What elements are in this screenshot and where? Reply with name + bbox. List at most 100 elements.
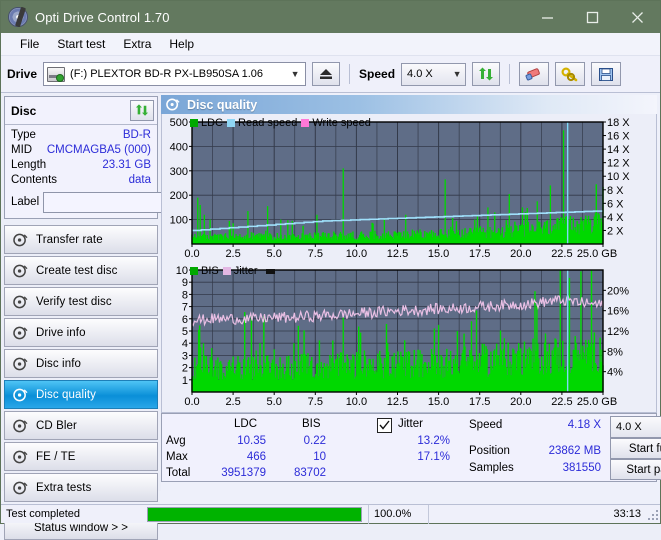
sidebar-item-create-test-disc[interactable]: Create test disc [4, 256, 158, 285]
chart2-legend: BIS Jitter [190, 265, 275, 277]
drive-icon [47, 66, 66, 82]
disc-icon [13, 326, 28, 339]
resize-grip-icon[interactable] [646, 508, 658, 520]
svg-text:100: 100 [170, 215, 188, 227]
svg-text:25.0 GB: 25.0 GB [577, 248, 617, 260]
sidebar: Disc Type BD-R MID CMCMAGBA5 (000) Lengt… [1, 93, 248, 540]
title-bar: Opti Drive Control 1.70 [1, 1, 660, 33]
sidebar-item-fe-te[interactable]: FE / TE [4, 442, 158, 471]
disc-panel-header: Disc [5, 97, 157, 125]
toolbar-divider-2 [509, 64, 511, 84]
svg-text:20%: 20% [607, 285, 629, 297]
disc-panel-title: Disc [11, 103, 37, 118]
samples-value: 381550 [562, 462, 601, 474]
tools-button[interactable] [555, 62, 586, 86]
svg-text:18 X: 18 X [607, 117, 630, 129]
svg-text:20.0: 20.0 [510, 396, 531, 408]
eject-button[interactable] [312, 62, 341, 86]
drive-select[interactable]: (F:) PLEXTOR BD-R PX-LB950SA 1.06 ▼ [43, 62, 307, 86]
chart-bis-jitter[interactable]: BIS Jitter 1 2 3 4 5 6 7 8 9 10 4% 8% 12% 16% 20% 0.0 2.… [162, 264, 656, 412]
value-max-jitter: 17.1% [417, 451, 450, 463]
legend-label: LDC [201, 117, 224, 129]
disc-label-row: Label [11, 191, 248, 213]
start-part-button[interactable]: Start part [610, 459, 661, 480]
sidebar-label: CD Bler [36, 419, 77, 432]
sidebar-item-verify-test-disc[interactable]: Verify test disc [4, 287, 158, 316]
value-avg-ldc: 10.35 [237, 435, 266, 447]
svg-text:12 X: 12 X [607, 158, 630, 170]
svg-text:4 X: 4 X [607, 212, 624, 224]
refresh-button[interactable] [472, 62, 501, 86]
minimize-button[interactable] [525, 1, 570, 33]
legend-label: Read speed [238, 117, 298, 129]
sidebar-item-cd-bler[interactable]: CD Bler [4, 411, 158, 440]
disc-label-caption: Label [11, 196, 40, 208]
progress-fill [148, 507, 361, 521]
app-icon [8, 7, 28, 27]
position-value: 23862 MB [548, 445, 601, 457]
svg-text:7.5: 7.5 [308, 396, 323, 408]
disc-refresh-button[interactable] [130, 100, 154, 121]
drive-toolbar: Drive (F:) PLEXTOR BD-R PX-LB950SA 1.06 … [1, 56, 660, 93]
samples-key: Samples [469, 462, 514, 474]
disc-row-contents: Contents data [11, 173, 151, 188]
chevron-down-icon: ▼ [290, 69, 300, 79]
disc-icon [13, 388, 28, 401]
sidebar-item-disc-quality[interactable]: Disc quality [4, 380, 158, 409]
sidebar-label: FE / TE [36, 450, 76, 463]
menu-extra[interactable]: Extra [114, 35, 160, 53]
speed-select[interactable]: 4.0 X ▼ [401, 62, 467, 86]
results-panel: LDC BIS Avg Max Total 10.35 466 3951379 … [161, 413, 661, 482]
chart1-canvas[interactable]: 1002003004005002 X4 X6 X8 X10 X12 X14 X1… [162, 116, 656, 264]
legend-ldc: LDC [190, 117, 223, 129]
sidebar-item-disc-info[interactable]: Disc info [4, 349, 158, 378]
speed-key: Speed [469, 419, 503, 431]
value-max-ldc: 466 [246, 451, 266, 463]
menu-file[interactable]: File [11, 35, 48, 53]
speed-select-value: 4.0 X [407, 68, 433, 80]
svg-text:5: 5 [182, 326, 188, 338]
maximize-button[interactable] [570, 1, 615, 33]
svg-text:9: 9 [182, 277, 188, 289]
legend-marker-icon [265, 268, 275, 274]
svg-text:15.0: 15.0 [428, 396, 449, 408]
svg-text:6 X: 6 X [607, 198, 624, 210]
value-avg-bis: 0.22 [303, 435, 326, 447]
jitter-checkbox[interactable] [377, 418, 392, 433]
erase-button[interactable] [519, 62, 550, 86]
sidebar-item-extra-tests[interactable]: Extra tests [4, 473, 158, 502]
result-speed-select[interactable]: 4.0 X ▼ [610, 416, 661, 438]
disc-icon [13, 357, 28, 370]
content-area: Disc quality LDC Read speed Write speed … [161, 93, 661, 491]
disc-icon [13, 264, 28, 277]
start-full-button[interactable]: Start full [610, 438, 661, 459]
svg-text:15.0: 15.0 [428, 248, 449, 260]
sidebar-item-drive-info[interactable]: Drive info [4, 318, 158, 347]
legend-jitter: Jitter [222, 265, 258, 277]
chart-ldc-speed[interactable]: LDC Read speed Write speed 100 200 300 400 5… [162, 116, 656, 264]
row-label-max: Max [166, 451, 188, 463]
app-window: Opti Drive Control 1.70 File Start test … [0, 0, 661, 540]
svg-text:5.0: 5.0 [267, 396, 282, 408]
speed-value: 4.18 X [567, 419, 601, 431]
disc-icon [13, 295, 28, 308]
svg-text:4%: 4% [607, 367, 623, 379]
svg-text:22.5: 22.5 [551, 396, 572, 408]
save-button[interactable] [591, 62, 622, 86]
menu-bar: File Start test Extra Help [1, 33, 660, 56]
menu-start-test[interactable]: Start test [48, 35, 114, 53]
disc-length-value: 23.31 GB [102, 159, 151, 171]
nav-list: Transfer rate Create test disc Verify te… [4, 225, 158, 502]
svg-text:2 X: 2 X [607, 225, 624, 237]
sidebar-label: Verify test disc [36, 295, 112, 308]
close-button[interactable] [615, 1, 660, 33]
disc-mid-value: CMCMAGBA5 (000) [46, 144, 151, 156]
svg-text:12.5: 12.5 [387, 248, 408, 260]
disc-row-length: Length 23.31 GB [11, 158, 151, 173]
disc-length-label: Length [11, 159, 47, 171]
chart2-canvas[interactable]: 12345678910 4% 8% 12% 16% 20% 0.0 2.5 5.0 7.5 10.0… [162, 264, 656, 412]
menu-help[interactable]: Help [160, 35, 203, 53]
svg-text:300: 300 [170, 166, 188, 178]
sidebar-item-transfer-rate[interactable]: Transfer rate [4, 225, 158, 254]
status-message: Test completed [6, 508, 80, 520]
